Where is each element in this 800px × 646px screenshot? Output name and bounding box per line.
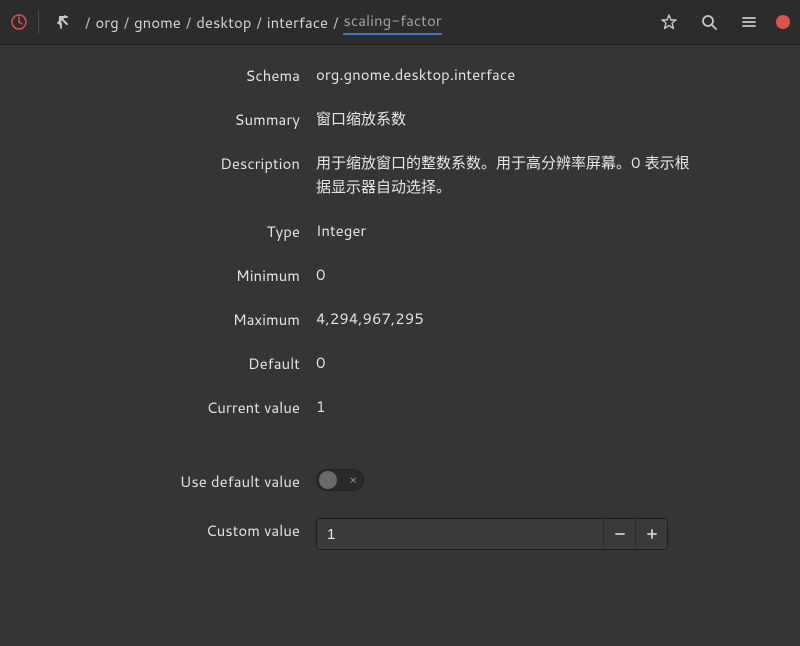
breadcrumb-seg-current[interactable]: scaling-factor — [343, 10, 441, 35]
breadcrumb-sep: / — [256, 12, 261, 33]
search-icon[interactable] — [696, 9, 722, 35]
value-summary: 窗口缩放系数 — [316, 107, 696, 131]
breadcrumb-seg-gnome[interactable]: gnome — [134, 12, 181, 33]
toggle-knob — [319, 471, 337, 489]
value-maximum: 4,294,967,295 — [316, 307, 696, 331]
value-default: 0 — [316, 351, 696, 375]
label-minimum: Minimum — [50, 263, 300, 287]
custom-value-input[interactable] — [317, 519, 603, 549]
value-type: Integer — [316, 219, 696, 243]
label-current-value: Current value — [50, 395, 300, 419]
label-description: Description — [50, 151, 300, 199]
content: Schema org.gnome.desktop.interface Summa… — [0, 45, 800, 568]
app-logo-icon — [10, 13, 28, 31]
breadcrumb: / org / gnome / desktop / interface / sc… — [85, 10, 442, 35]
use-default-toggle[interactable]: × — [316, 469, 364, 491]
divider — [38, 10, 39, 34]
breadcrumb-sep: / — [186, 12, 191, 33]
toggle-off-icon: × — [349, 474, 357, 486]
breadcrumb-seg-interface[interactable]: interface — [267, 12, 328, 33]
breadcrumb-sep: / — [85, 12, 90, 33]
decrement-button[interactable] — [603, 519, 635, 549]
status-dot-icon — [776, 15, 790, 29]
value-schema: org.gnome.desktop.interface — [316, 63, 696, 87]
label-custom-value: Custom value — [50, 518, 300, 550]
label-default: Default — [50, 351, 300, 375]
back-icon[interactable] — [49, 9, 75, 35]
label-maximum: Maximum — [50, 307, 300, 331]
breadcrumb-sep: / — [124, 12, 129, 33]
value-minimum: 0 — [316, 263, 696, 287]
menu-icon[interactable] — [736, 9, 762, 35]
increment-button[interactable] — [635, 519, 667, 549]
custom-value-stepper — [316, 518, 668, 550]
value-description: 用于缩放窗口的整数系数。用于高分辨率屏幕。0 表示根据显示器自动选择。 — [316, 151, 696, 199]
label-schema: Schema — [50, 63, 300, 87]
value-current-value: 1 — [316, 395, 696, 419]
breadcrumb-seg-org[interactable]: org — [95, 12, 118, 33]
label-summary: Summary — [50, 107, 300, 131]
label-use-default: Use default value — [50, 469, 300, 498]
titlebar: / org / gnome / desktop / interface / sc… — [0, 0, 800, 45]
bookmark-icon[interactable] — [656, 9, 682, 35]
breadcrumb-seg-desktop[interactable]: desktop — [196, 12, 251, 33]
breadcrumb-sep: / — [333, 12, 338, 33]
label-type: Type — [50, 219, 300, 243]
